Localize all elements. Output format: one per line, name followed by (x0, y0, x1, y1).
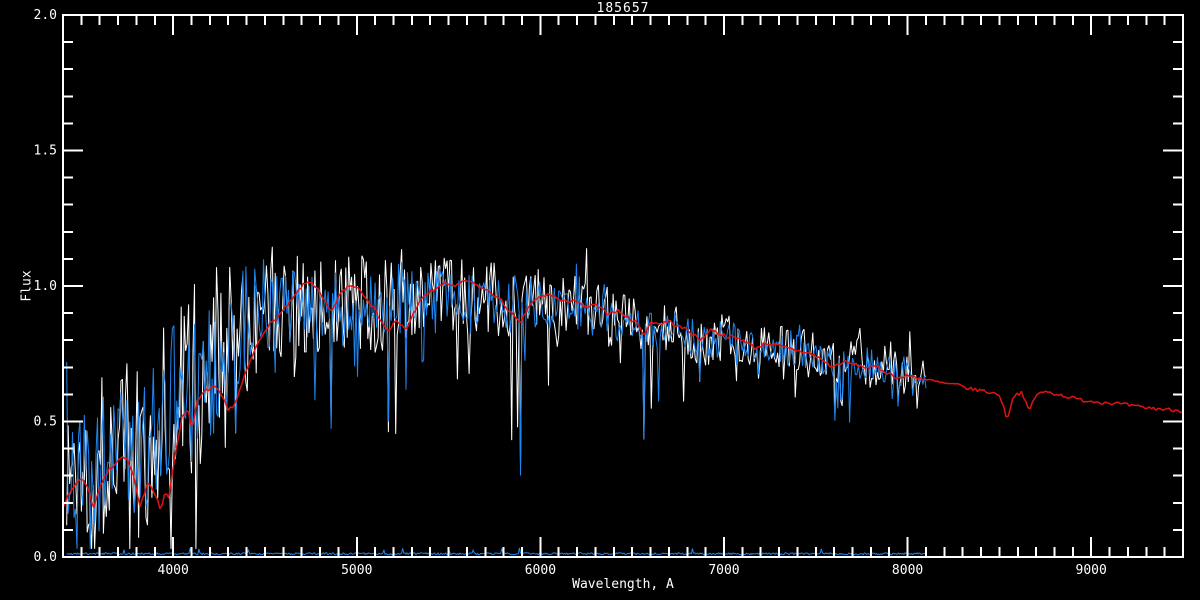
y-tick-label: 1.0 (34, 279, 57, 294)
x-tick-label: 6000 (525, 563, 556, 578)
x-tick-label: 4000 (158, 563, 189, 578)
plot-window: 185657 Flux Wavelength, A 4000 5000 6000 70… (0, 0, 1200, 600)
x-tick-label: 7000 (708, 563, 739, 578)
y-tick-label: 1.5 (34, 144, 57, 159)
y-tick-label: 0.0 (34, 550, 57, 565)
y-tick-label: 2.0 (34, 8, 57, 23)
spectrum-plot: 4000 5000 6000 7000 8000 9000 0.0 0.5 1.0 1.5 2.0 (34, 8, 1184, 578)
series-template-spectrum (62, 279, 1183, 510)
y-tick-label: 0.5 (34, 415, 57, 430)
x-tick-label: 9000 (1076, 563, 1107, 578)
x-tick-label: 8000 (892, 563, 923, 578)
x-tick-label: 5000 (341, 563, 372, 578)
